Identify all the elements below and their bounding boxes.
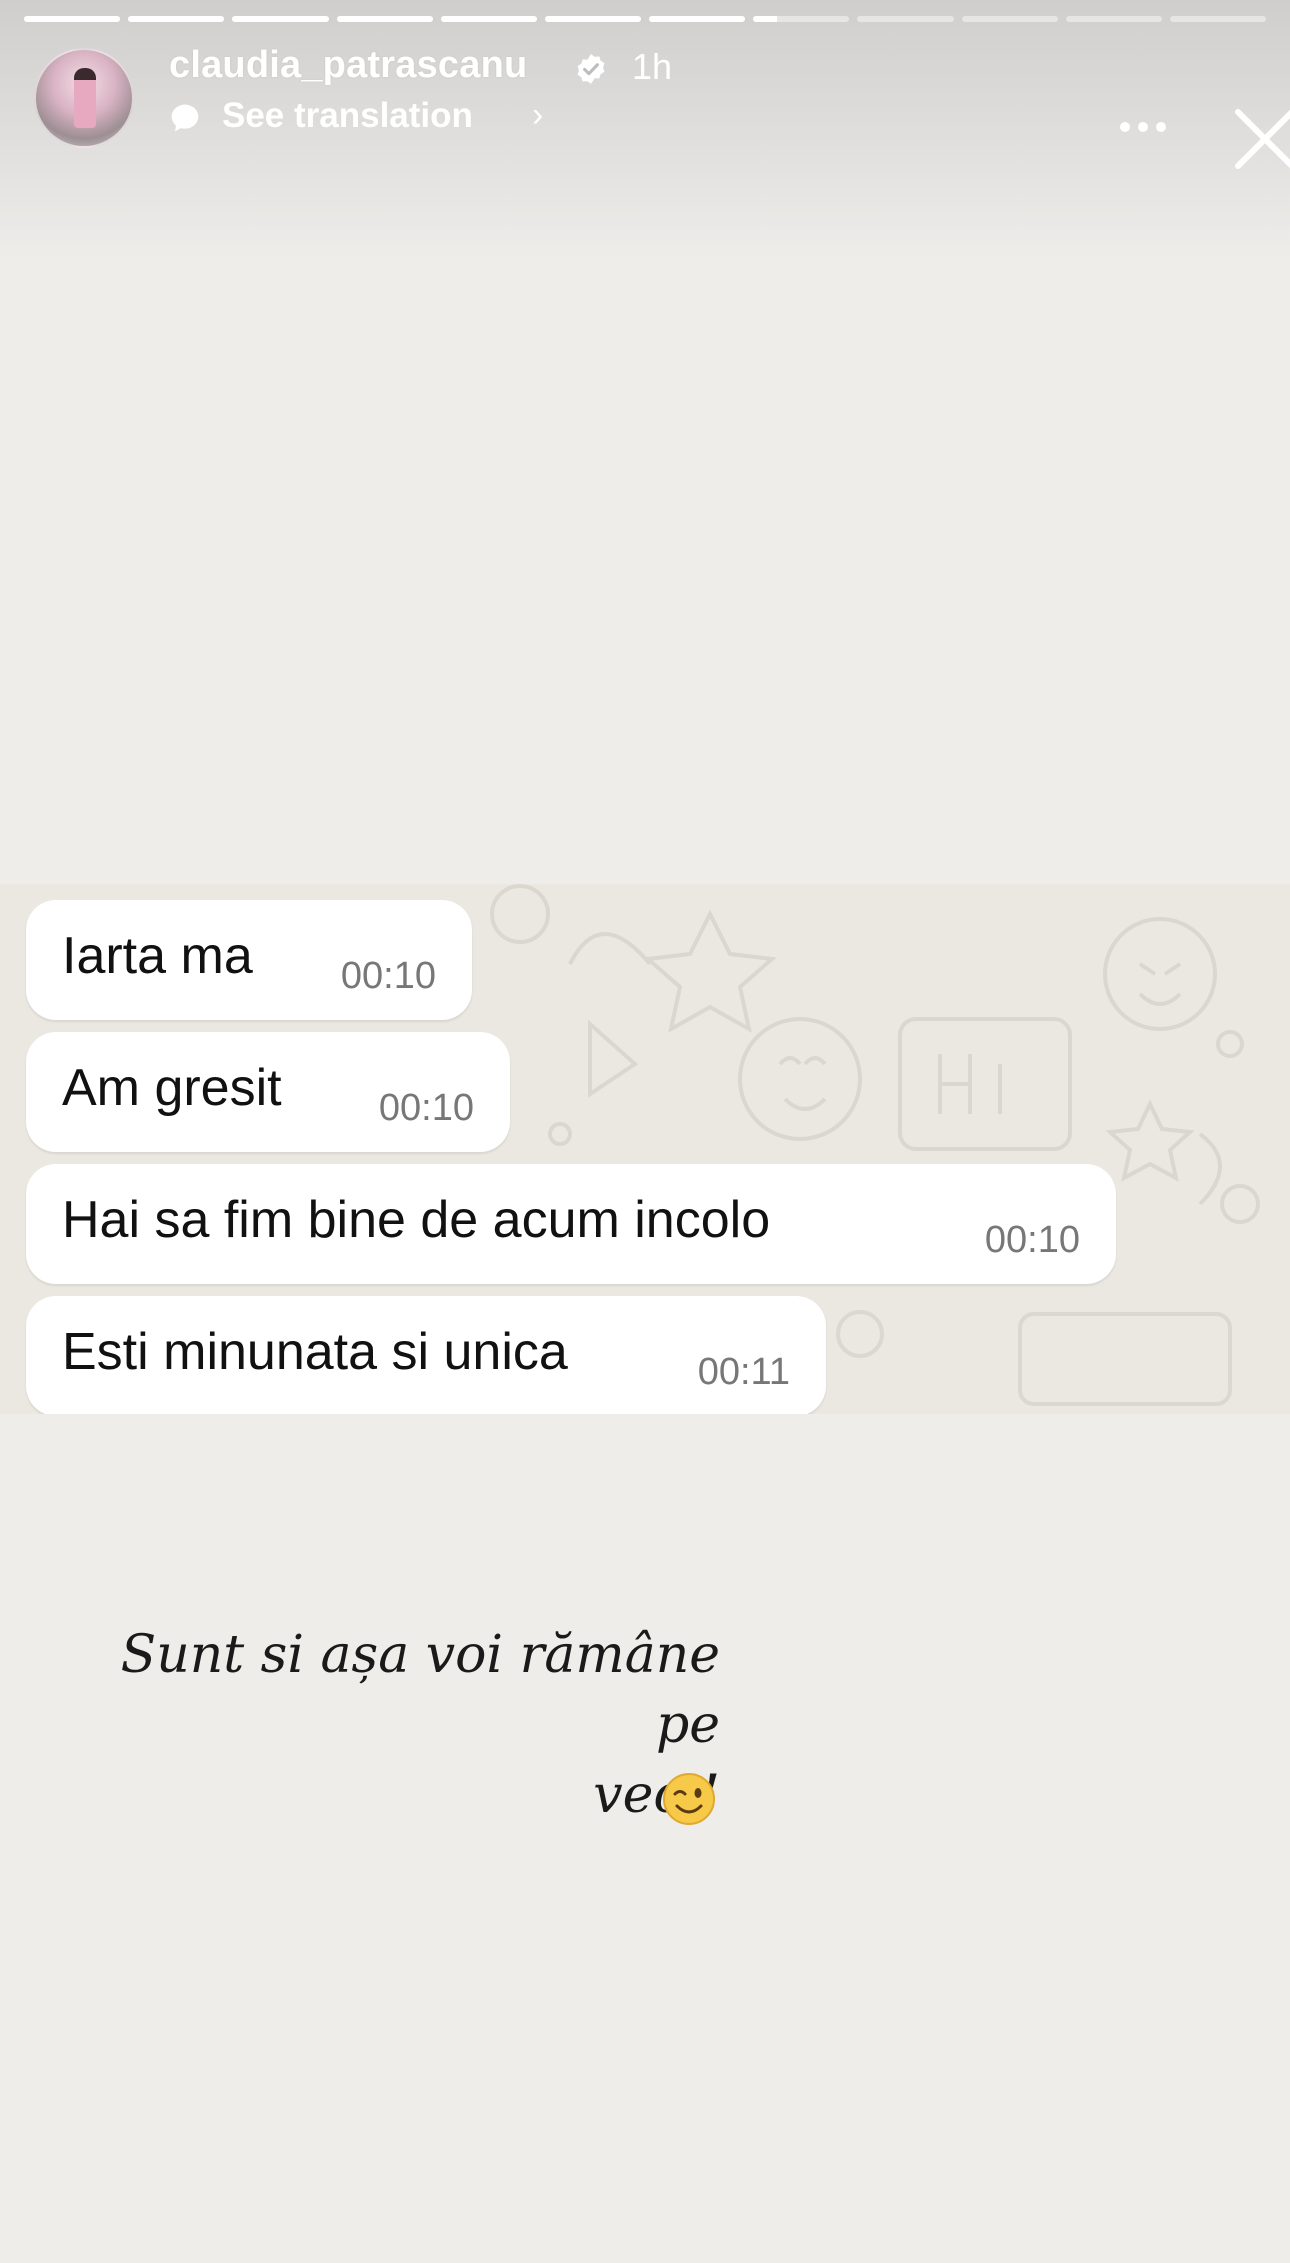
progress-segment (336, 16, 433, 22)
username-label[interactable]: claudia_patrascanu (169, 44, 527, 87)
progress-segment (1065, 16, 1162, 22)
message-text: Iarta ma (62, 927, 253, 985)
message-text: Esti minunata si unica (62, 1323, 568, 1381)
story-progress-bar (24, 16, 1267, 22)
progress-segment-fill (753, 16, 778, 22)
close-icon[interactable] (1230, 104, 1290, 174)
avatar-figure (74, 68, 96, 128)
progress-segment-fill (336, 16, 433, 22)
progress-segment (961, 16, 1058, 22)
progress-segment-fill (440, 16, 537, 22)
caption-line: Sunt si așa voi rămâne pe (120, 1625, 720, 1755)
progress-segment (440, 16, 537, 22)
progress-segment-fill (232, 16, 329, 22)
chat-message-bubble: Hai sa fim bine de acum incolo 00:10 (26, 1164, 1116, 1284)
chevron-right-icon: › (532, 96, 544, 134)
progress-segment (753, 16, 850, 22)
winking-face-emoji-icon (663, 1773, 715, 1825)
progress-segment-fill (544, 16, 642, 22)
post-time-ago: 1h (632, 46, 673, 87)
chat-message-bubble: Iarta ma 00:10 (26, 900, 472, 1020)
story-header: claudia_patrascanu 1h See translation › (34, 44, 1290, 169)
message-timestamp: 00:10 (340, 955, 436, 997)
progress-segment (857, 16, 954, 22)
message-text: Am gresit (62, 1059, 282, 1117)
progress-segment (649, 16, 746, 22)
progress-segment-fill (128, 16, 225, 22)
progress-segment (232, 16, 329, 22)
chat-message-bubble: Esti minunata si unica 00:11 (26, 1296, 826, 1414)
profile-avatar[interactable] (34, 48, 134, 148)
story-viewer[interactable]: claudia_patrascanu 1h See translation › (0, 0, 1290, 2263)
message-timestamp: 00:10 (984, 1219, 1080, 1261)
message-text: Hai sa fim bine de acum incolo (62, 1191, 771, 1249)
story-caption-text: Sunt si așa voi rămâne pe veci! (100, 1620, 720, 1830)
chat-screenshot: Iarta ma 00:10 Am gresit 00:10 Hai sa fi… (0, 884, 1290, 1414)
verified-badge-icon (577, 54, 605, 84)
chat-message-bubble: Am gresit 00:10 (26, 1032, 510, 1152)
more-options-icon[interactable] (1120, 122, 1170, 134)
progress-segment (544, 16, 642, 22)
see-translation-link[interactable]: See translation (222, 96, 473, 136)
progress-segment-fill (649, 16, 746, 22)
progress-segment-fill (24, 16, 121, 22)
message-timestamp: 00:10 (378, 1087, 474, 1129)
translate-bubble-icon (171, 104, 199, 132)
message-timestamp: 00:11 (697, 1351, 790, 1393)
progress-segment (128, 16, 225, 22)
progress-segment (24, 16, 121, 22)
progress-segment (1169, 16, 1267, 22)
caption-line: veci! (593, 1765, 720, 1825)
